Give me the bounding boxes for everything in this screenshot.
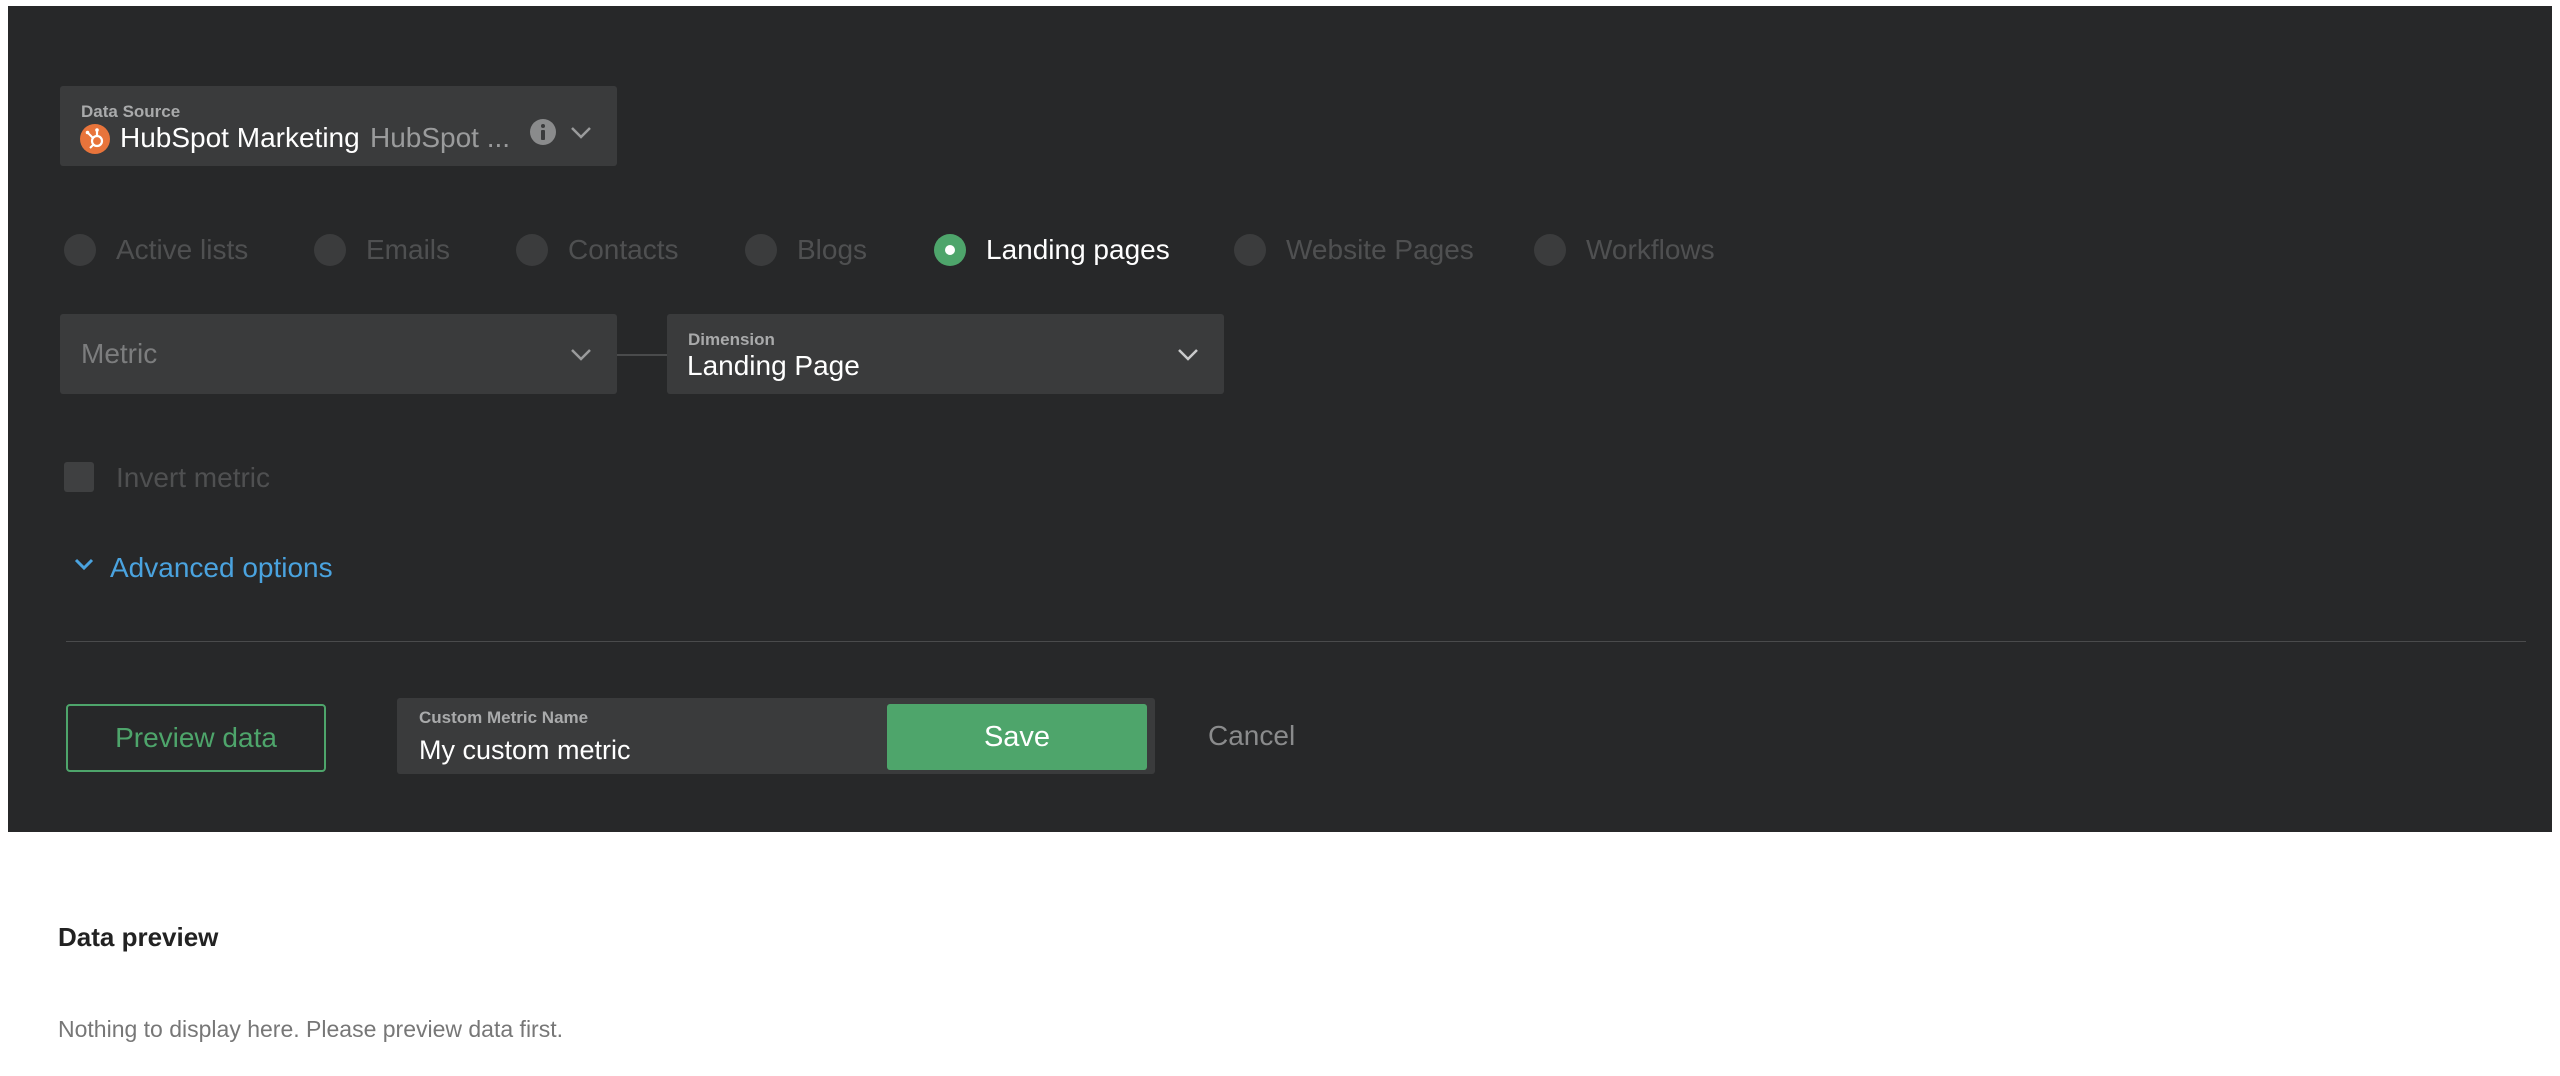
- select-connector-line: [617, 354, 667, 356]
- radio-indicator[interactable]: [745, 234, 777, 266]
- chevron-down-icon: [74, 558, 94, 571]
- radio-indicator[interactable]: [64, 234, 96, 266]
- radio-indicator[interactable]: [1534, 234, 1566, 266]
- radio-indicator[interactable]: [314, 234, 346, 266]
- preview-data-button[interactable]: Preview data: [66, 704, 326, 772]
- radio-indicator[interactable]: [516, 234, 548, 266]
- invert-metric-label: Invert metric: [116, 462, 271, 493]
- custom-metric-name-input[interactable]: [419, 732, 879, 768]
- hubspot-icon: [80, 124, 110, 154]
- advanced-options-toggle[interactable]: Advanced options: [66, 548, 366, 588]
- chevron-down-icon: [570, 126, 592, 140]
- radio-indicator[interactable]: [1234, 234, 1266, 266]
- save-button[interactable]: Save: [887, 704, 1147, 770]
- invert-metric-checkbox[interactable]: Invert metric: [60, 458, 320, 498]
- advanced-options-label: Advanced options: [110, 552, 333, 583]
- radio-indicator[interactable]: [934, 234, 966, 266]
- dimension-value: Landing Page: [687, 350, 860, 381]
- dimension-select[interactable]: Dimension Landing Page: [667, 314, 1224, 394]
- dimension-label: Dimension: [688, 330, 775, 349]
- custom-metric-name-field: Custom Metric Name Save: [397, 698, 1155, 774]
- metric-placeholder: Metric: [81, 338, 158, 369]
- data-source-select[interactable]: Data Source HubSpot Marketing HubSpot ..…: [60, 86, 617, 166]
- data-source-label: Data Source: [81, 102, 181, 121]
- radio-label: Active lists: [116, 234, 249, 265]
- divider: [66, 641, 2526, 642]
- metric-select[interactable]: Metric: [60, 314, 617, 394]
- data-source-account: HubSpot ...: [370, 122, 511, 153]
- chevron-down-icon: [570, 348, 592, 362]
- radio-label: Website Pages: [1286, 234, 1474, 265]
- radio-label: Workflows: [1586, 234, 1715, 265]
- custom-metric-name-label: Custom Metric Name: [419, 708, 589, 727]
- radio-label: Emails: [366, 234, 451, 265]
- object-type-radio-group: Active lists Emails Contacts Blogs Landi…: [60, 228, 2060, 272]
- data-preview-empty-message: Nothing to display here. Please preview …: [58, 1016, 563, 1042]
- cancel-button[interactable]: Cancel: [1208, 714, 1348, 758]
- chevron-down-icon: [1177, 348, 1199, 362]
- radio-label: Contacts: [568, 234, 679, 265]
- checkbox-box[interactable]: [64, 462, 94, 492]
- data-preview-title: Data preview: [58, 922, 219, 952]
- data-source-name: HubSpot Marketing: [120, 122, 360, 153]
- radio-label: Blogs: [797, 234, 868, 265]
- metric-builder-panel: Data Source HubSpot Marketing HubSpot ..…: [8, 6, 2552, 832]
- info-icon[interactable]: [529, 118, 557, 146]
- radio-label: Landing pages: [986, 234, 1170, 265]
